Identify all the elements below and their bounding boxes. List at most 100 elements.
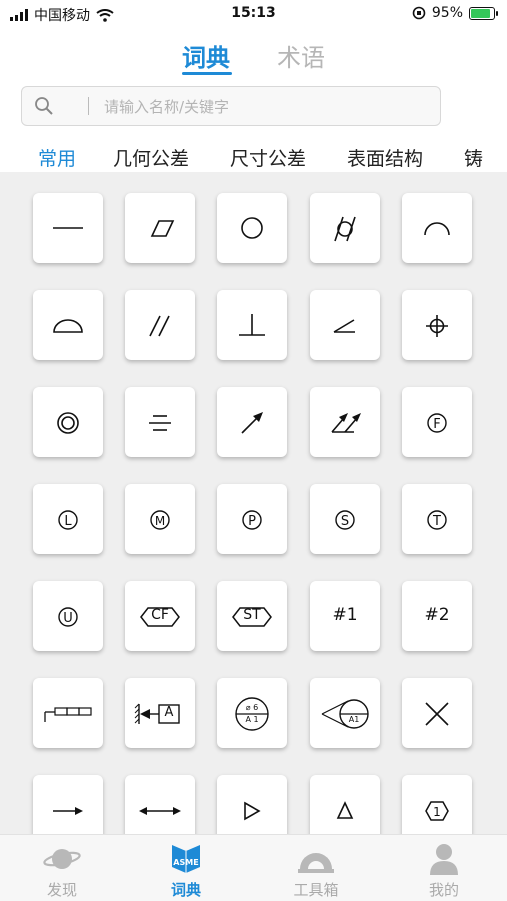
position-icon <box>426 315 448 337</box>
between-arrow-symbol[interactable] <box>125 775 195 834</box>
profile-of-surface-icon <box>53 319 83 333</box>
cylindricity-icon <box>334 216 356 242</box>
profile-of-surface-symbol[interactable] <box>33 290 103 360</box>
datum-feature-symbol[interactable]: A <box>125 678 195 748</box>
total-runout-symbol[interactable] <box>310 387 380 457</box>
lmc-icon: L <box>58 510 78 530</box>
tab-terms[interactable]: 术语 <box>277 38 325 73</box>
profile-of-line-icon <box>424 222 450 236</box>
search-icon <box>35 97 53 115</box>
concentricity-symbol[interactable] <box>33 387 103 457</box>
straightness-icon <box>53 227 83 229</box>
nav-toolbox-label: 工具箱 <box>293 881 339 899</box>
orientation-lock-icon <box>412 6 426 20</box>
parallelism-icon <box>149 315 170 337</box>
nav-dictionary-label: 词典 <box>170 881 201 899</box>
circular-runout-icon <box>241 412 263 434</box>
tangent-plane-symbol[interactable]: T <box>402 484 472 554</box>
continuous-feature-symbol[interactable]: CF <box>125 581 195 651</box>
svg-text:1: 1 <box>433 805 441 819</box>
nav-discover-label: 发现 <box>46 881 77 899</box>
perpendicularity-icon <box>239 314 265 336</box>
tangent-plane-icon: T <box>427 510 447 530</box>
user-icon <box>430 844 458 875</box>
hash2-symbol[interactable]: #2 <box>402 581 472 651</box>
unequal-bilateral-icon: U <box>58 607 78 627</box>
battery-percent: 95% <box>431 5 463 21</box>
search-input[interactable] <box>102 93 426 121</box>
category-casting[interactable]: 铸 <box>464 144 483 171</box>
circularity-symbol[interactable] <box>217 193 287 263</box>
perpendicularity-symbol[interactable] <box>217 290 287 360</box>
direction-arrow-symbol[interactable] <box>33 775 103 834</box>
flatness-symbol[interactable] <box>125 193 195 263</box>
svg-text:L: L <box>64 514 72 529</box>
datum-target-leader-ref: A1 <box>348 715 360 724</box>
svg-text:P: P <box>248 514 256 529</box>
status-bar: 中国移动 15:13 95% <box>0 0 507 28</box>
hexagon-one-symbol[interactable]: 1 <box>402 775 472 834</box>
statistical-tolerance-symbol[interactable]: ST <box>217 581 287 651</box>
mmc-icon: M <box>150 510 170 530</box>
datum-target-symbol[interactable]: ⌀ 6 A 1 <box>217 678 287 748</box>
datum-target-icon <box>235 697 269 731</box>
position-symbol[interactable] <box>402 290 472 360</box>
symmetry-icon <box>149 415 171 431</box>
top-tabs: 词典 术语 <box>0 38 507 78</box>
bottom-nav: 发现 ASME 词典 工具箱 我的 <box>0 834 507 901</box>
mmc-symbol[interactable]: M <box>125 484 195 554</box>
circularity-icon <box>241 217 263 239</box>
cylindricity-symbol[interactable] <box>310 193 380 263</box>
hash1-label: #1 <box>332 605 358 625</box>
arrow-right-icon <box>53 807 83 815</box>
nav-profile[interactable]: 我的 <box>399 835 489 901</box>
protractor-icon <box>298 853 334 873</box>
triangle-right-symbol[interactable] <box>217 775 287 834</box>
nav-dictionary[interactable]: ASME 词典 <box>141 835 231 901</box>
parallelism-symbol[interactable] <box>125 290 195 360</box>
datum-target-point-symbol[interactable] <box>402 678 472 748</box>
active-tab-indicator <box>182 72 232 75</box>
category-geometric-tolerance[interactable]: 几何公差 <box>113 144 189 171</box>
planet-icon <box>43 849 81 869</box>
datum-letter: A <box>164 705 174 720</box>
free-state-symbol[interactable]: F <box>402 387 472 457</box>
continuous-feature-label: CF <box>151 607 169 623</box>
triangle-up-symbol[interactable] <box>310 775 380 834</box>
total-runout-icon <box>331 413 361 433</box>
datum-target-leader-symbol[interactable]: A1 <box>310 678 380 748</box>
double-arrow-icon <box>139 807 181 815</box>
angularity-icon <box>333 319 355 333</box>
search-box[interactable] <box>21 86 441 126</box>
rfs-icon: S <box>335 510 355 530</box>
profile-of-line-symbol[interactable] <box>402 193 472 263</box>
category-dimensional-tolerance[interactable]: 尺寸公差 <box>230 144 306 171</box>
search-divider <box>88 97 89 115</box>
projected-tolerance-zone-symbol[interactable]: P <box>217 484 287 554</box>
straightness-symbol[interactable] <box>33 193 103 263</box>
svg-text:F: F <box>433 417 440 432</box>
hexagon-one-icon: 1 <box>425 801 449 821</box>
svg-text:S: S <box>341 514 349 529</box>
category-common[interactable]: 常用 <box>38 144 76 171</box>
unequal-bilateral-symbol[interactable]: U <box>33 581 103 651</box>
feature-control-frame-symbol[interactable] <box>33 678 103 748</box>
category-tabs: 常用 几何公差 尺寸公差 表面结构 铸 <box>0 142 507 172</box>
statistical-tolerance-label: ST <box>243 607 261 623</box>
tab-dictionary[interactable]: 词典 <box>182 38 230 73</box>
angularity-symbol[interactable] <box>310 290 380 360</box>
symmetry-symbol[interactable] <box>125 387 195 457</box>
datum-target-leader-icon <box>321 699 369 729</box>
free-state-icon: F <box>427 413 447 433</box>
category-surface-structure[interactable]: 表面结构 <box>347 144 423 171</box>
nav-toolbox[interactable]: 工具箱 <box>271 835 361 901</box>
concentricity-icon <box>57 412 79 434</box>
nav-discover[interactable]: 发现 <box>17 835 107 901</box>
nav-profile-label: 我的 <box>428 881 459 899</box>
circular-runout-symbol[interactable] <box>217 387 287 457</box>
cross-icon <box>425 702 449 726</box>
rfs-symbol[interactable]: S <box>310 484 380 554</box>
hash1-symbol[interactable]: #1 <box>310 581 380 651</box>
lmc-symbol[interactable]: L <box>33 484 103 554</box>
asme-book-icon: ASME <box>172 845 200 873</box>
